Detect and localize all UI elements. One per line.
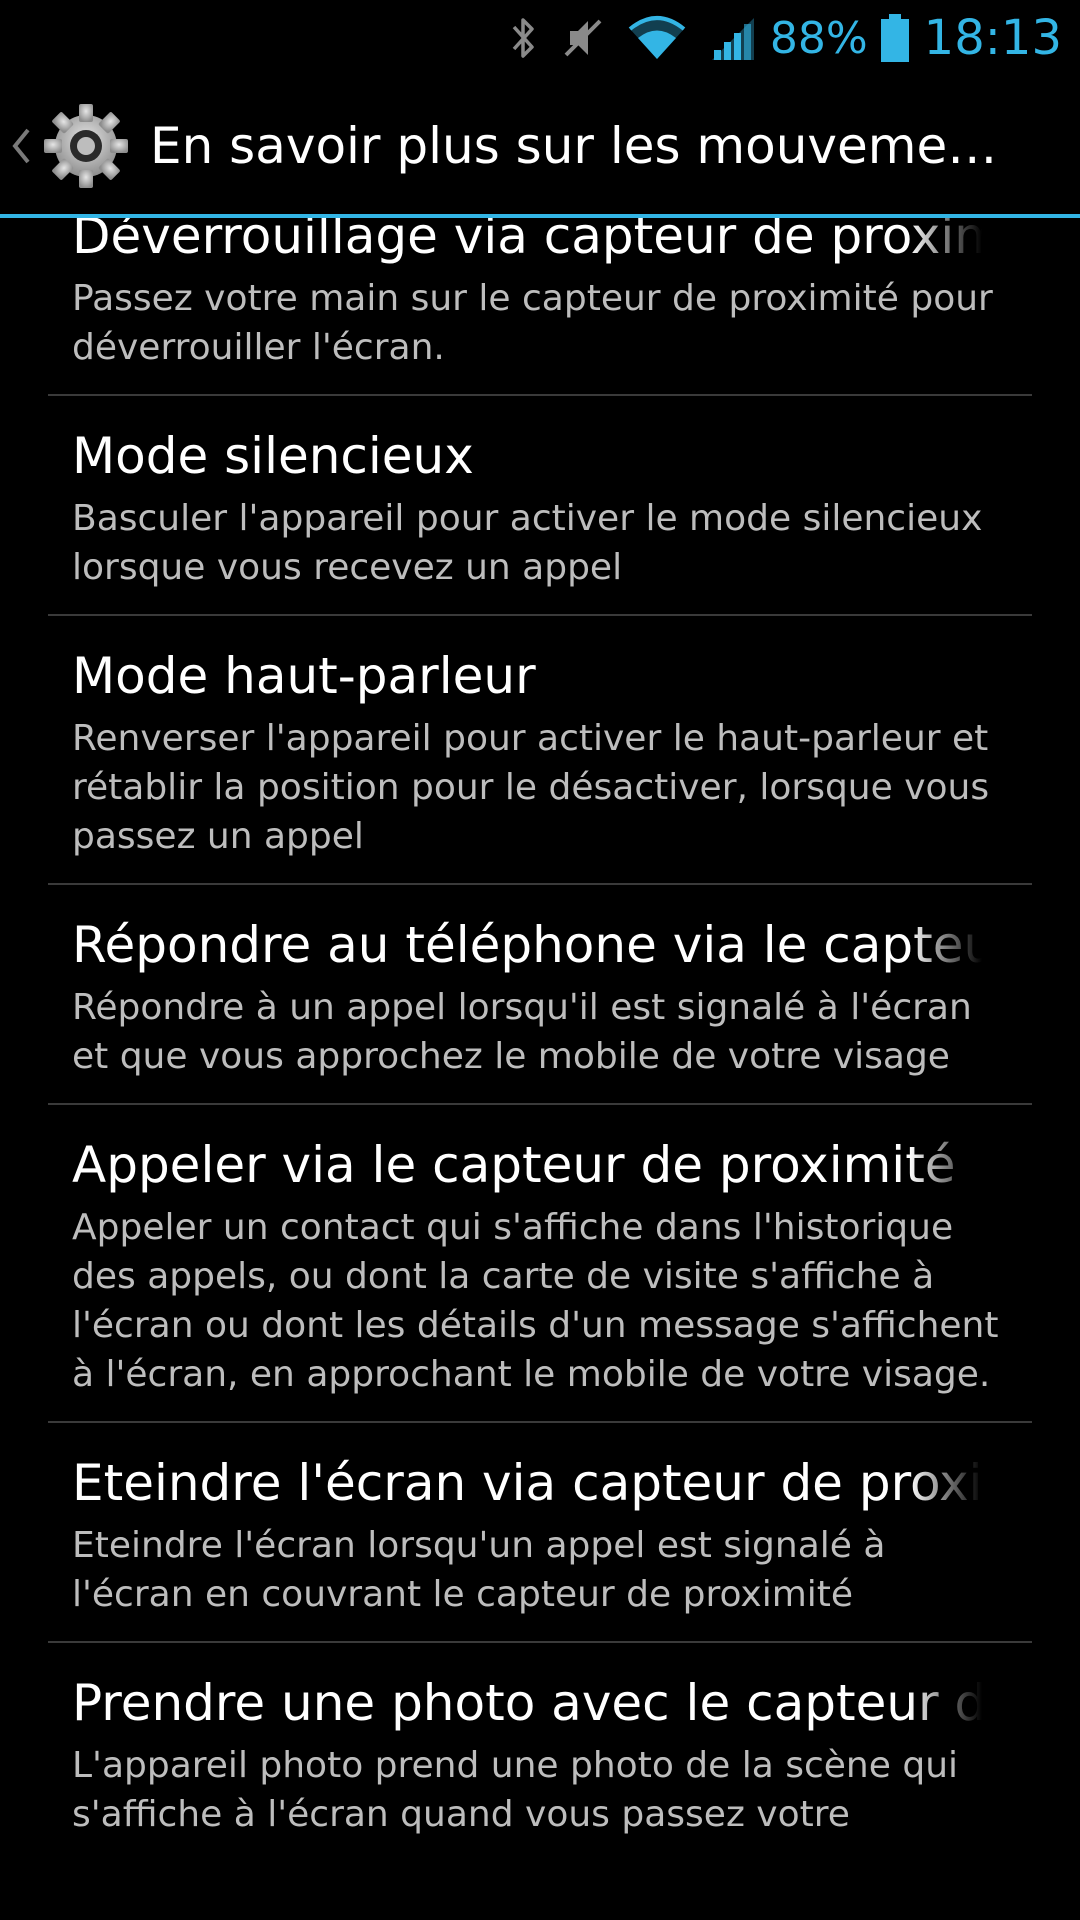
- setting-title: Répondre au téléphone via le capteur: [72, 916, 982, 974]
- setting-speaker-mode[interactable]: Mode haut-parleur Renverser l'appareil p…: [48, 616, 1032, 885]
- setting-summary: Renverser l'appareil pour activer le hau…: [72, 718, 990, 857]
- setting-summary: Appeler un contact qui s'affiche dans l'…: [72, 1207, 999, 1395]
- status-bar: 88% 18:13: [0, 0, 1080, 76]
- battery-percent: 88%: [769, 12, 868, 64]
- setting-summary: Basculer l'appareil pour activer le mode…: [72, 498, 983, 588]
- page-title: En savoir plus sur les mouvements...: [150, 116, 1020, 175]
- setting-summary: Passez votre main sur le capteur de prox…: [72, 278, 993, 368]
- setting-title: Prendre une photo avec le capteur de: [72, 1674, 982, 1732]
- setting-silent-mode[interactable]: Mode silencieux Basculer l'appareil pour…: [48, 396, 1032, 616]
- setting-title: Mode haut-parleur: [72, 647, 536, 705]
- setting-summary: Répondre à un appel lorsqu'il est signal…: [72, 987, 972, 1077]
- setting-title: Déverrouillage via capteur de proximité: [72, 218, 982, 265]
- setting-title: Appeler via le capteur de proximité: [72, 1136, 956, 1194]
- up-caret-icon[interactable]: [10, 126, 38, 166]
- clock: 18:13: [923, 10, 1062, 66]
- action-bar: En savoir plus sur les mouvements...: [0, 76, 1080, 215]
- setting-summary: L'appareil photo prend une photo de la s…: [72, 1745, 959, 1835]
- setting-screen-off-proximity[interactable]: Eteindre l'écran via capteur de proximit…: [48, 1423, 1032, 1643]
- bluetooth-icon: [508, 15, 538, 61]
- wifi-icon: [628, 15, 686, 61]
- mute-icon: [560, 15, 606, 61]
- setting-title: Mode silencieux: [72, 427, 474, 485]
- battery-icon: [880, 13, 910, 63]
- setting-take-photo-sensor[interactable]: Prendre une photo avec le capteur de L'a…: [48, 1643, 1032, 1861]
- setting-proximity-unlock[interactable]: Déverrouillage via capteur de proximité …: [48, 218, 1032, 396]
- signal-icon: [708, 14, 756, 62]
- setting-answer-via-sensor[interactable]: Répondre au téléphone via le capteur Rép…: [48, 885, 1032, 1105]
- setting-summary: Eteindre l'écran lorsqu'un appel est sig…: [72, 1525, 886, 1615]
- gear-icon[interactable]: [38, 98, 134, 194]
- setting-call-via-proximity[interactable]: Appeler via le capteur de proximité Appe…: [48, 1105, 1032, 1423]
- settings-list[interactable]: Déverrouillage via capteur de proximité …: [0, 218, 1080, 1920]
- setting-title: Eteindre l'écran via capteur de proximit…: [72, 1454, 982, 1512]
